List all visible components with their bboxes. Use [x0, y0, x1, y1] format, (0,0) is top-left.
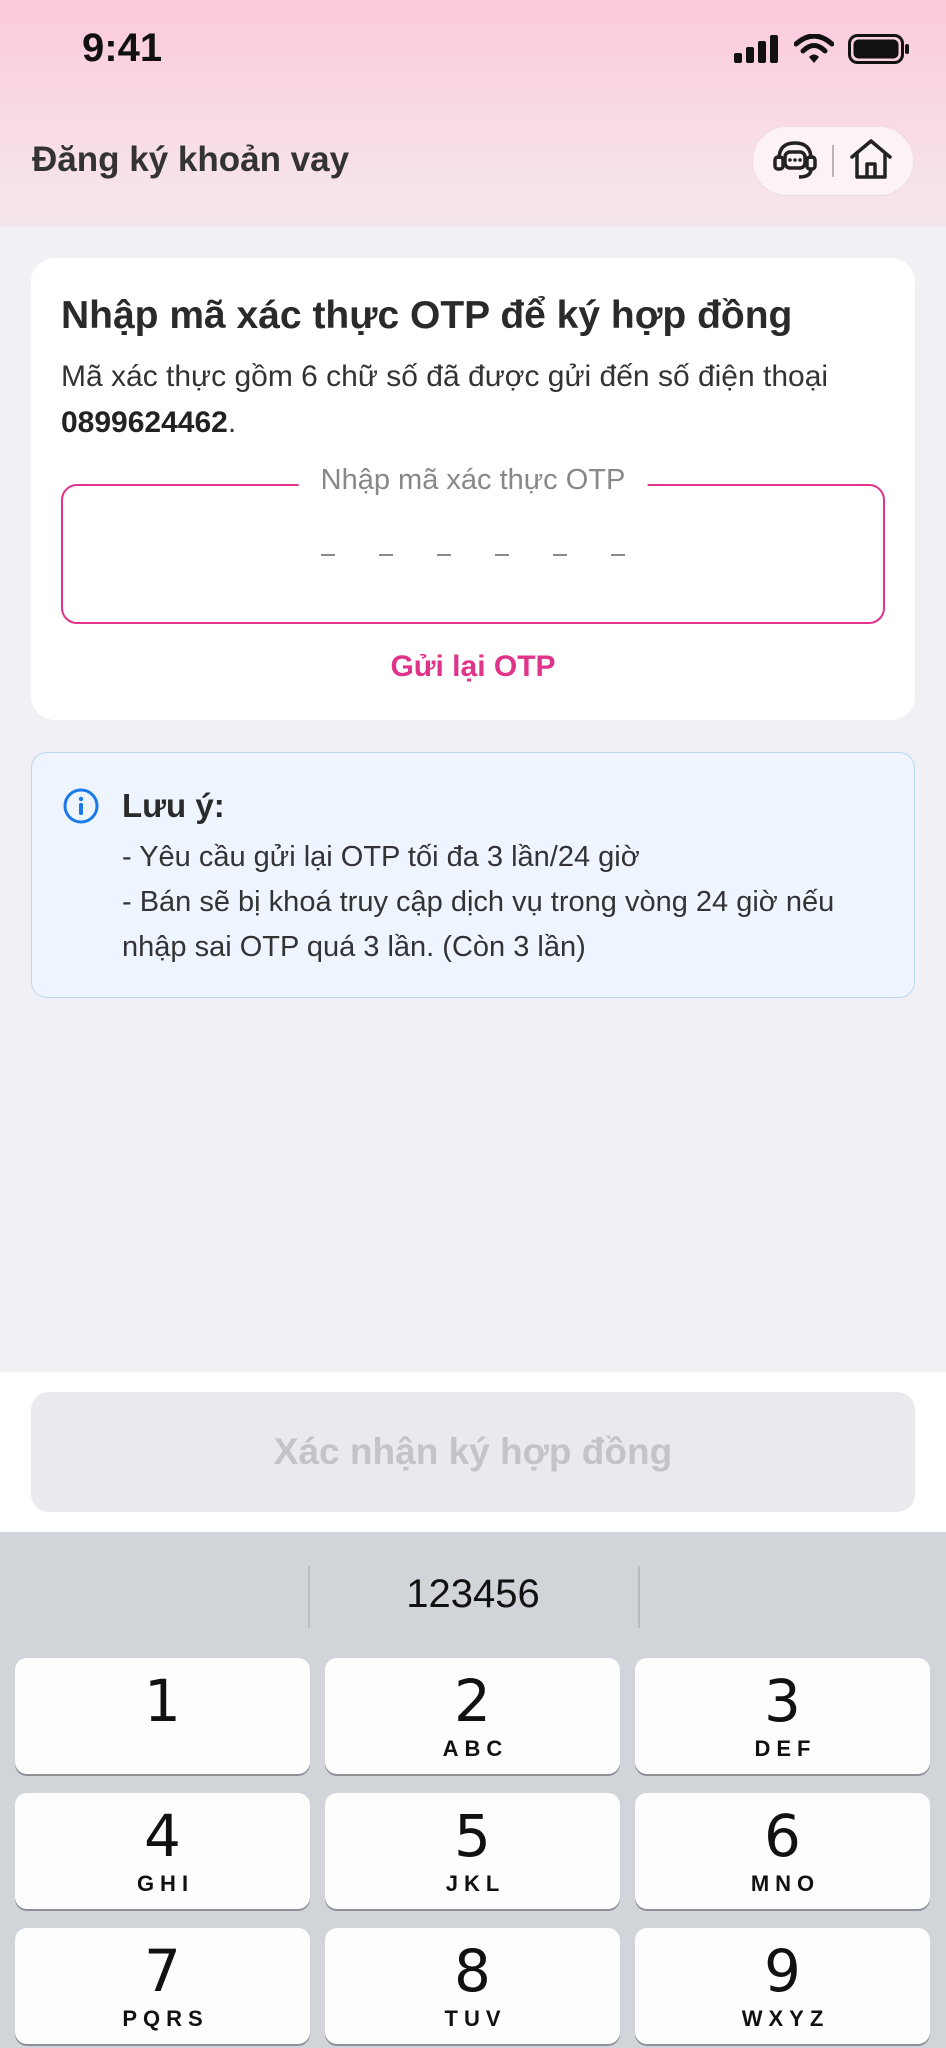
key-3[interactable]: 3 DEF	[635, 1658, 930, 1774]
otp-card-description: Mã xác thực gồm 6 chữ số đã được gửi đến…	[61, 354, 901, 446]
key-digit: 5	[454, 1802, 491, 1870]
keyboard-suggestion-bar: 123456	[0, 1532, 946, 1652]
key-digit: 4	[144, 1802, 181, 1870]
otp-card: Nhập mã xác thực OTP để ký hợp đồng Mã x…	[31, 258, 915, 720]
otp-digit-placeholder	[379, 554, 393, 556]
key-letters: ABC	[442, 1736, 509, 1761]
key-1[interactable]: 1	[15, 1658, 310, 1774]
header-actions	[752, 126, 914, 196]
key-digit: 1	[144, 1667, 181, 1735]
key-letters: GHI	[136, 1871, 195, 1896]
info-icon	[62, 787, 100, 830]
key-letters: DEF	[754, 1736, 817, 1761]
support-agent-icon	[771, 135, 819, 188]
otp-description-text: Mã xác thực gồm 6 chữ số đã được gửi đến…	[61, 360, 829, 393]
key-7[interactable]: 7 PQRS	[15, 1928, 310, 2044]
key-6[interactable]: 6 MNO	[635, 1793, 930, 1909]
bottom-action-bar: Xác nhận ký hợp đồng	[0, 1372, 946, 1532]
status-time: 9:41	[82, 26, 163, 70]
signal-icon	[734, 35, 780, 68]
otp-input[interactable]: Nhập mã xác thực OTP	[61, 464, 885, 624]
key-letters: TUV	[444, 2006, 507, 2031]
confirm-sign-contract-button[interactable]: Xác nhận ký hợp đồng	[31, 1392, 915, 1512]
otp-digit-placeholders	[63, 534, 883, 556]
otp-digit-placeholder	[437, 554, 451, 556]
key-letters: PQRS	[122, 2006, 209, 2031]
key-5[interactable]: 5 JKL	[325, 1793, 620, 1909]
support-button[interactable]	[767, 133, 823, 189]
key-letters: MNO	[750, 1871, 821, 1896]
note-line: - Yêu cầu gửi lại OTP tối đa 3 lần/24 gi…	[122, 841, 640, 873]
key-letters: WXYZ	[741, 2006, 830, 2031]
header-actions-divider	[831, 145, 834, 177]
otp-autofill-suggestion[interactable]: 123456	[0, 1572, 946, 1617]
note-box: Lưu ý: - Yêu cầu gửi lại OTP tối đa 3 lầ…	[31, 752, 915, 998]
otp-digit-placeholder	[321, 554, 335, 556]
otp-digit-placeholder	[495, 554, 509, 556]
key-9[interactable]: 9 WXYZ	[635, 1928, 930, 2044]
status-icons	[734, 33, 910, 69]
otp-digit-placeholder	[611, 554, 625, 556]
battery-icon	[848, 34, 910, 69]
home-button[interactable]	[843, 133, 899, 189]
note-title: Lưu ý:	[122, 787, 225, 824]
key-digit: 8	[454, 1937, 491, 2005]
page-title: Đăng ký khoản vay	[32, 140, 350, 179]
key-digit: 3	[764, 1667, 801, 1735]
key-8[interactable]: 8 TUV	[325, 1928, 620, 2044]
otp-card-title: Nhập mã xác thực OTP để ký hợp đồng	[61, 294, 793, 337]
note-line: - Bán sẽ bị khoá truy cập dịch vụ trong …	[122, 886, 835, 963]
phone-number: 0899624462	[61, 406, 228, 439]
wifi-icon	[793, 33, 835, 69]
key-digit: 6	[764, 1802, 801, 1870]
note-content: - Yêu cầu gửi lại OTP tối đa 3 lần/24 gi…	[122, 835, 902, 970]
key-4[interactable]: 4 GHI	[15, 1793, 310, 1909]
otp-digit-placeholder	[553, 554, 567, 556]
resend-otp-link[interactable]: Gửi lại OTP	[31, 650, 915, 684]
phone-suffix: .	[227, 406, 237, 439]
key-digit: 9	[764, 1937, 801, 2005]
home-icon	[847, 135, 895, 188]
key-digit: 7	[144, 1937, 181, 2005]
key-digit: 2	[454, 1667, 491, 1735]
key-letters: JKL	[445, 1871, 506, 1896]
key-2[interactable]: 2 ABC	[325, 1658, 620, 1774]
top-header-area: 9:41 Đăng ký khoản vay	[0, 0, 946, 227]
numeric-keyboard: 123456 1 2 ABC 3 DEF 4 GHI 5 JKL 6 MNO 7…	[0, 1532, 946, 2048]
otp-input-label: Nhập mã xác thực OTP	[298, 464, 648, 497]
